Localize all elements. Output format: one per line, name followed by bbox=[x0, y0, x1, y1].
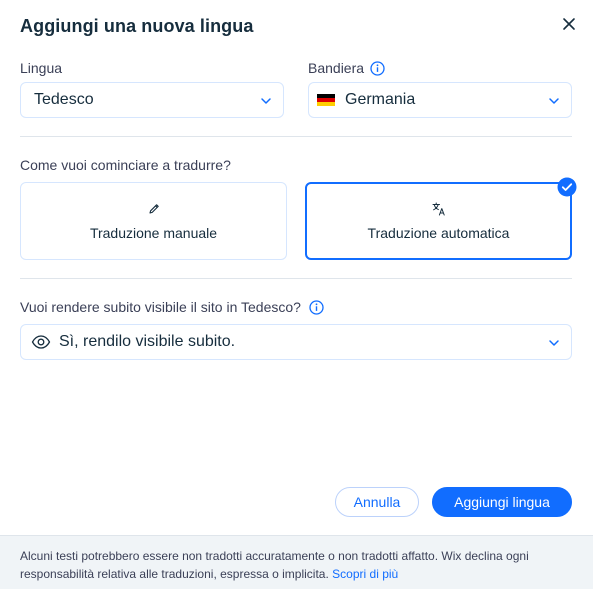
chevron-down-icon bbox=[549, 340, 559, 346]
info-icon[interactable] bbox=[370, 60, 385, 76]
cancel-button[interactable]: Annulla bbox=[335, 487, 419, 517]
language-label: Lingua bbox=[20, 60, 63, 76]
language-select-value: Tedesco bbox=[34, 91, 94, 108]
visibility-select[interactable]: Sì, rendilo visibile subito. bbox=[20, 324, 572, 360]
language-select[interactable]: Tedesco bbox=[20, 82, 284, 118]
eye-icon bbox=[31, 335, 51, 349]
disclaimer-footer: Alcuni testi potrebbero essere non trado… bbox=[0, 535, 593, 589]
divider bbox=[20, 136, 572, 137]
divider bbox=[20, 278, 572, 279]
add-language-dialog: Aggiungi una nuova lingua Lingua Tedesco… bbox=[0, 0, 593, 589]
translate-icon bbox=[432, 202, 445, 216]
info-icon[interactable] bbox=[309, 299, 324, 315]
flag-label-row: Bandiera bbox=[308, 60, 385, 76]
automatic-translation-card[interactable]: Traduzione automatica bbox=[305, 177, 577, 260]
chevron-down-icon bbox=[549, 98, 559, 104]
manual-translation-card[interactable]: Traduzione manuale bbox=[20, 182, 287, 260]
manual-translation-label: Traduzione manuale bbox=[89, 225, 218, 241]
flag-select[interactable]: Germania bbox=[308, 82, 572, 118]
visibility-question-row: Vuoi rendere subito visibile il sito in … bbox=[20, 299, 324, 315]
disclaimer-text: Alcuni testi potrebbero essere non trado… bbox=[20, 549, 529, 581]
automatic-translation-label: Traduzione automatica bbox=[367, 225, 510, 241]
visibility-select-value: Sì, rendilo visibile subito. bbox=[59, 333, 236, 350]
flag-select-value: Germania bbox=[345, 91, 416, 108]
dialog-title: Aggiungi una nuova lingua bbox=[20, 16, 254, 36]
learn-more-link[interactable]: Scopri di più bbox=[332, 567, 398, 581]
translate-question: Come vuoi cominciare a tradurre? bbox=[20, 157, 231, 173]
check-icon bbox=[557, 177, 577, 197]
germany-flag-icon bbox=[317, 94, 335, 106]
close-icon[interactable] bbox=[558, 13, 580, 35]
chevron-down-icon bbox=[261, 98, 271, 104]
add-language-button[interactable]: Aggiungi lingua bbox=[432, 487, 572, 517]
visibility-question: Vuoi rendere subito visibile il sito in … bbox=[20, 299, 301, 315]
pencil-icon bbox=[148, 204, 159, 214]
flag-label: Bandiera bbox=[308, 60, 365, 76]
